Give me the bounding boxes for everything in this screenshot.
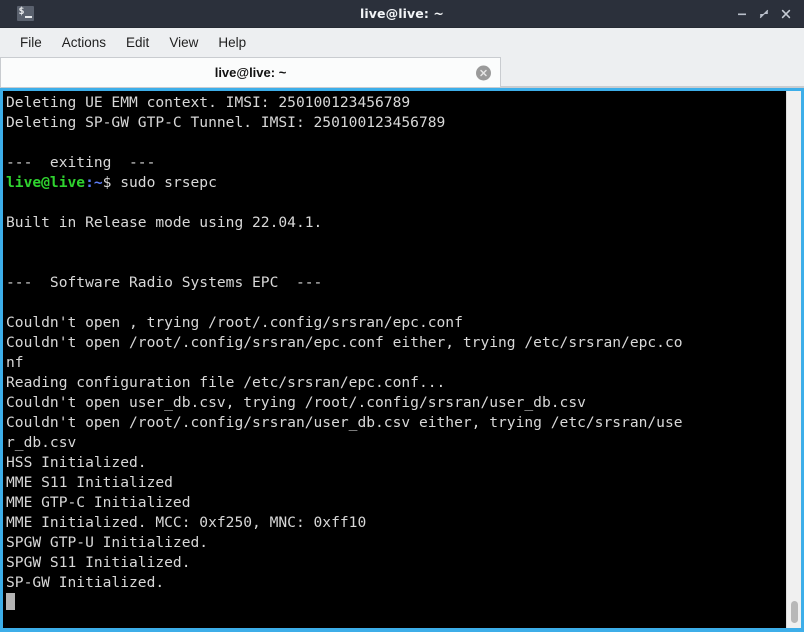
terminal-text: r_db.csv xyxy=(6,434,77,451)
tab-live-at-live[interactable]: live@live: ~ xyxy=(0,57,501,87)
terminal-line: --- exiting --- xyxy=(6,153,786,173)
terminal-inner: Deleting UE EMM context. IMSI: 250100123… xyxy=(3,91,801,628)
terminal-line: --- Software Radio Systems EPC --- xyxy=(6,273,786,293)
terminal-line: Couldn't open , trying /root/.config/srs… xyxy=(6,313,786,333)
title-bar: live@live: ~ xyxy=(0,0,804,28)
terminal-text: Deleting UE EMM context. IMSI: 250100123… xyxy=(6,94,411,111)
terminal-line: Couldn't open /root/.config/srsran/epc.c… xyxy=(6,333,786,353)
terminal-text: Built in Release mode using 22.04.1. xyxy=(6,214,323,231)
terminal-text: :~ xyxy=(85,174,103,191)
terminal-text: $ sudo srsepc xyxy=(102,174,217,191)
terminal-line: MME GTP-C Initialized xyxy=(6,493,786,513)
terminal-line: SPGW S11 Initialized. xyxy=(6,553,786,573)
maximize-icon[interactable] xyxy=(753,3,775,25)
terminal-line xyxy=(6,593,786,613)
terminal-text: Reading configuration file /etc/srsran/e… xyxy=(6,374,446,391)
terminal-line: Deleting SP-GW GTP-C Tunnel. IMSI: 25010… xyxy=(6,113,786,133)
terminal-text: SPGW GTP-U Initialized. xyxy=(6,534,209,551)
terminal-text: nf xyxy=(6,354,24,371)
close-circle-icon[interactable] xyxy=(476,65,491,80)
menu-item-file[interactable]: File xyxy=(10,33,52,52)
terminal-text: Couldn't open /root/.config/srsran/user_… xyxy=(6,414,683,431)
terminal-line: SP-GW Initialized. xyxy=(6,573,786,593)
terminal-text: MME Initialized. MCC: 0xf250, MNC: 0xff1… xyxy=(6,514,367,531)
terminal-line: MME S11 Initialized xyxy=(6,473,786,493)
terminal-cursor xyxy=(6,593,15,610)
terminal-text: HSS Initialized. xyxy=(6,454,147,471)
terminal-line: MME Initialized. MCC: 0xf250, MNC: 0xff1… xyxy=(6,513,786,533)
terminal-text: MME GTP-C Initialized xyxy=(6,494,191,511)
terminal-line: Couldn't open user_db.csv, trying /root/… xyxy=(6,393,786,413)
terminal-text: Deleting SP-GW GTP-C Tunnel. IMSI: 25010… xyxy=(6,114,446,131)
terminal-window: live@live: ~ File Actions Edit Vi xyxy=(0,0,804,632)
terminal-icon xyxy=(16,5,34,21)
terminal-text: Couldn't open , trying /root/.config/srs… xyxy=(6,314,463,331)
title-bar-icon-area xyxy=(0,5,44,21)
terminal-output[interactable]: Deleting UE EMM context. IMSI: 250100123… xyxy=(3,91,786,628)
terminal-text: --- Software Radio Systems EPC --- xyxy=(6,274,323,291)
terminal-frame: Deleting UE EMM context. IMSI: 250100123… xyxy=(0,88,804,632)
scrollbar-thumb[interactable] xyxy=(791,601,798,623)
menu-item-view[interactable]: View xyxy=(159,33,208,52)
terminal-text: Couldn't open user_db.csv, trying /root/… xyxy=(6,394,586,411)
terminal-line: nf xyxy=(6,353,786,373)
tab-label: live@live: ~ xyxy=(214,65,287,80)
terminal-line: HSS Initialized. xyxy=(6,453,786,473)
terminal-line: SPGW GTP-U Initialized. xyxy=(6,533,786,553)
menu-bar: File Actions Edit View Help xyxy=(0,28,804,57)
minimize-icon[interactable] xyxy=(731,3,753,25)
terminal-text: SPGW S11 Initialized. xyxy=(6,554,191,571)
window-controls xyxy=(731,3,804,25)
terminal-text: MME S11 Initialized xyxy=(6,474,173,491)
terminal-text: SP-GW Initialized. xyxy=(6,574,165,591)
terminal-line: Deleting UE EMM context. IMSI: 250100123… xyxy=(6,93,786,113)
terminal-text: Couldn't open /root/.config/srsran/epc.c… xyxy=(6,334,683,351)
terminal-text: live@live xyxy=(6,174,86,191)
terminal-scrollbar[interactable] xyxy=(786,91,801,628)
terminal-line: live@live:~$ sudo srsepc xyxy=(6,173,786,193)
tab-bar: live@live: ~ xyxy=(0,57,804,88)
window-title: live@live: ~ xyxy=(360,6,444,21)
terminal-line: Reading configuration file /etc/srsran/e… xyxy=(6,373,786,393)
terminal-line: Couldn't open /root/.config/srsran/user_… xyxy=(6,413,786,433)
tab-bar-filler xyxy=(501,57,804,87)
terminal-line: Built in Release mode using 22.04.1. xyxy=(6,213,786,233)
terminal-text: --- exiting --- xyxy=(6,154,156,171)
terminal-line: r_db.csv xyxy=(6,433,786,453)
menu-item-actions[interactable]: Actions xyxy=(52,33,116,52)
menu-item-help[interactable]: Help xyxy=(208,33,256,52)
menu-item-edit[interactable]: Edit xyxy=(116,33,159,52)
close-icon[interactable] xyxy=(775,3,797,25)
